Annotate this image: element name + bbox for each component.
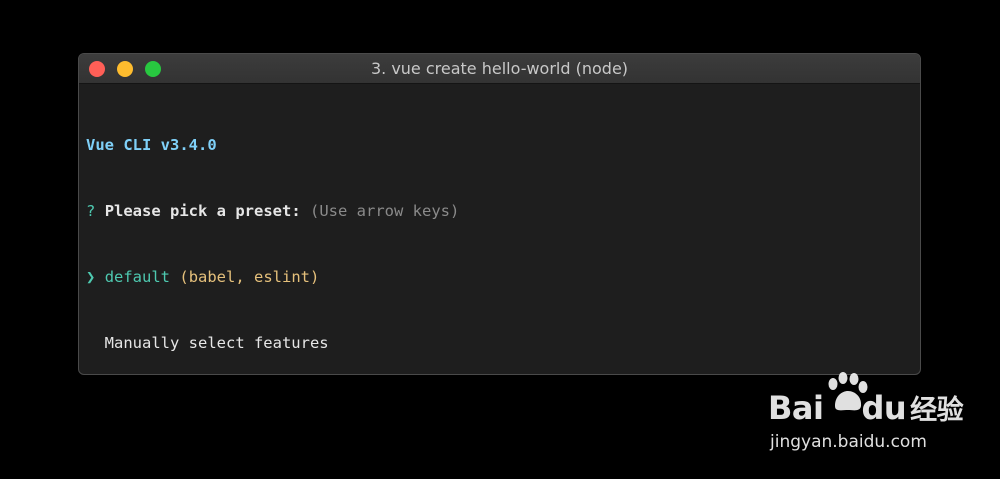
option-manual-label: Manually select features <box>104 334 329 352</box>
window-title: 3. vue create hello-world (node) <box>370 59 629 78</box>
version-line: Vue CLI v3.4.0 <box>86 134 913 156</box>
watermark-brand-bai: Bai <box>768 389 824 427</box>
prompt-mark: ? <box>86 202 96 220</box>
watermark-brand-du: du <box>861 389 907 427</box>
option-manual[interactable]: Manually select features <box>86 332 913 354</box>
watermark-brand: Bai du 经验 <box>768 388 964 427</box>
prompt-line: ? Please pick a preset: (Use arrow keys) <box>86 200 913 222</box>
prompt-question: Please pick a preset: <box>104 202 301 220</box>
watermark-url: jingyan.baidu.com <box>770 432 927 452</box>
option-default-detail: (babel, eslint) <box>179 268 320 286</box>
terminal-output[interactable]: Vue CLI v3.4.0 ? Please pick a preset: (… <box>79 84 920 374</box>
version-text: Vue CLI v3.4.0 <box>86 136 217 154</box>
option-default[interactable]: ❯ default (babel, eslint) <box>86 266 913 288</box>
selection-pointer-icon: ❯ <box>86 268 96 286</box>
watermark-brand-cn: 经验 <box>910 395 964 426</box>
title-bar[interactable]: 3. vue create hello-world (node) <box>79 54 920 84</box>
baidu-jingyan-watermark: Bai du 经验 jingyan.baidu.com <box>768 372 988 462</box>
prompt-hint: (Use arrow keys) <box>310 202 460 220</box>
option-default-label: default <box>104 268 171 286</box>
terminal-window: 3. vue create hello-world (node) Vue CLI… <box>78 53 921 375</box>
